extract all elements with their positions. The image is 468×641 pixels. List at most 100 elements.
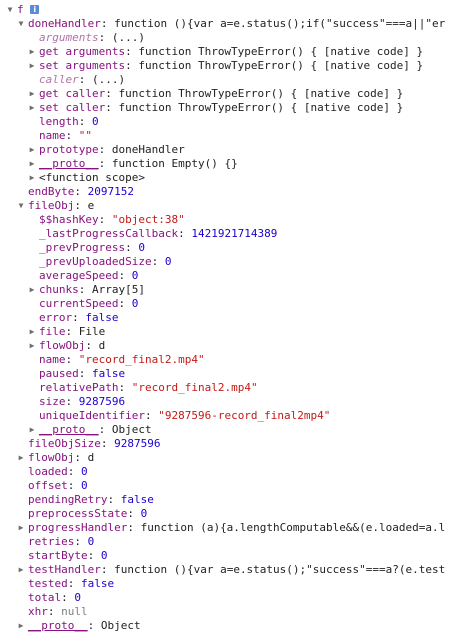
property-key: pendingRetry [28, 493, 108, 506]
property-row[interactable]: ▶ <function scope> [0, 171, 468, 185]
collapsed-triangle-icon[interactable]: ▶ [28, 59, 36, 73]
property-key: loaded [28, 465, 68, 478]
property-key: error [39, 311, 73, 324]
property-row: arguments: (...) [39, 31, 145, 44]
property-value: false [85, 311, 119, 324]
info-icon[interactable]: i [30, 5, 40, 14]
property-key: get caller [39, 87, 106, 100]
property-value: "9287596-record_final2mp4" [158, 409, 331, 422]
property-row: $$hashKey: "object:38" [39, 213, 185, 226]
property-row: relativePath: "record_final2.mp4" [39, 381, 258, 394]
property-value: function (){var a=e.status();if("success… [114, 17, 446, 30]
property-value: function ThrowTypeError() { [native code… [118, 101, 404, 114]
property-key: _lastProgressCallback [39, 227, 179, 240]
property-row: _prevUploadedSize: 0 [39, 255, 172, 268]
property-value: Object [100, 619, 141, 632]
collapsed-triangle-icon[interactable]: ▶ [28, 101, 36, 115]
property-value: 0 [131, 269, 139, 282]
collapsed-triangle-icon[interactable]: ▶ [28, 171, 36, 185]
collapsed-triangle-icon[interactable]: ▶ [28, 45, 36, 59]
property-value: 0 [131, 297, 139, 310]
property-key: startByte [28, 549, 88, 562]
property-row[interactable]: ▶ testHandler: function (){var a=e.status… [0, 563, 468, 577]
property-key: relativePath [39, 381, 119, 394]
property-row: name: "record_final2.mp4" [39, 353, 205, 366]
property-row[interactable]: ▶ file: File [0, 325, 468, 339]
property-value: 0 [81, 479, 88, 492]
console-object-tree: ▼ f i ▼ doneHandler: function (){var a=e.st… [0, 0, 468, 641]
property-row[interactable]: ▶ prototype: doneHandler [0, 143, 468, 157]
property-row[interactable]: ▶ chunks: Array[5] [0, 283, 468, 297]
property-key: prototype [39, 143, 99, 156]
expanded-triangle-icon[interactable]: ▼ [17, 17, 25, 31]
property-key: fileObjSize [28, 437, 101, 450]
property-value: 0 [81, 465, 88, 478]
expanded-triangle-icon[interactable]: ▼ [6, 3, 14, 17]
property-value: 0 [100, 549, 108, 562]
property-row[interactable]: ▶ get arguments: function ThrowTypeError(… [0, 45, 468, 59]
collapsed-triangle-icon[interactable]: ▶ [17, 619, 25, 633]
property-key: fileObj [28, 199, 75, 212]
property-value: e [87, 199, 95, 212]
property-value: <function scope> [39, 171, 145, 184]
property-row: tested: false [28, 577, 115, 590]
property-row: uniqueIdentifier: "9287596-record_final2… [39, 409, 331, 422]
collapsed-triangle-icon[interactable]: ▶ [28, 423, 36, 437]
collapsed-triangle-icon[interactable]: ▶ [17, 451, 25, 465]
property-value: 0 [138, 241, 145, 254]
property-key: $$hashKey [39, 213, 99, 226]
property-row: error: false [39, 311, 119, 324]
property-row[interactable]: ▶ flowObj: d [0, 451, 468, 465]
property-key: doneHandler [28, 17, 101, 30]
property-row[interactable]: ▶ __proto__: Object [0, 423, 468, 437]
property-value: 0 [92, 115, 99, 128]
property-value: "record_final2.mp4" [78, 353, 205, 366]
property-key: progressHandler [28, 521, 128, 534]
expanded-triangle-icon[interactable]: ▼ [17, 199, 25, 213]
collapsed-triangle-icon[interactable]: ▶ [17, 563, 25, 577]
property-value: File [78, 325, 106, 338]
property-row: startByte: 0 [28, 549, 108, 562]
property-row[interactable]: ▼ doneHandler: function (){var a=e.status… [0, 17, 468, 31]
property-value: 9287596 [114, 437, 161, 450]
property-value: function ThrowTypeError() { [native code… [118, 87, 404, 100]
collapsed-triangle-icon[interactable]: ▶ [28, 339, 36, 353]
property-row: paused: false [39, 367, 126, 380]
property-row[interactable]: ▶ __proto__: Object [0, 619, 468, 633]
property-row[interactable]: ▶ flowObj: d [0, 339, 468, 353]
property-key: _prevUploadedSize [39, 255, 152, 268]
property-key: set arguments [39, 59, 126, 72]
property-key: length [39, 115, 79, 128]
property-key: chunks [39, 283, 79, 296]
collapsed-triangle-icon[interactable]: ▶ [28, 325, 36, 339]
property-key: caller [39, 73, 79, 86]
property-key: averageSpeed [39, 269, 119, 282]
collapsed-triangle-icon[interactable]: ▶ [28, 87, 36, 101]
property-row[interactable]: ▶ get caller: function ThrowTypeError() {… [0, 87, 468, 101]
property-key: currentSpeed [39, 297, 119, 310]
collapsed-triangle-icon[interactable]: ▶ [17, 521, 25, 535]
property-row: offset: 0 [28, 479, 88, 492]
property-row: _prevProgress: 0 [39, 241, 145, 254]
property-row[interactable]: ▶ set caller: function ThrowTypeError() {… [0, 101, 468, 115]
collapsed-triangle-icon[interactable]: ▶ [28, 143, 36, 157]
collapsed-triangle-icon[interactable]: ▶ [28, 157, 36, 171]
property-key: offset [28, 479, 68, 492]
property-key: retries [28, 535, 75, 548]
property-key: flowObj [28, 451, 75, 464]
property-key: _prevProgress [39, 241, 126, 254]
property-row: caller: (...) [39, 73, 126, 86]
property-value: null [61, 605, 88, 618]
property-row[interactable]: ▶ set arguments: function ThrowTypeError(… [0, 59, 468, 73]
property-value: Object [111, 423, 152, 436]
property-row[interactable]: ▼ f i [0, 3, 468, 17]
property-row[interactable]: ▶ __proto__: function Empty() {} [0, 157, 468, 171]
property-row[interactable]: ▼ fileObj: e [0, 199, 468, 213]
property-value: function (){var a=e.status();"success"==… [114, 563, 446, 576]
property-value: false [81, 577, 115, 590]
property-row[interactable]: ▶ progressHandler: function (a){a.lengthC… [0, 521, 468, 535]
collapsed-triangle-icon[interactable]: ▶ [28, 283, 36, 297]
property-value: 0 [87, 535, 95, 548]
property-value: 9287596 [78, 395, 126, 408]
property-row: endByte: 2097152 [28, 185, 134, 198]
